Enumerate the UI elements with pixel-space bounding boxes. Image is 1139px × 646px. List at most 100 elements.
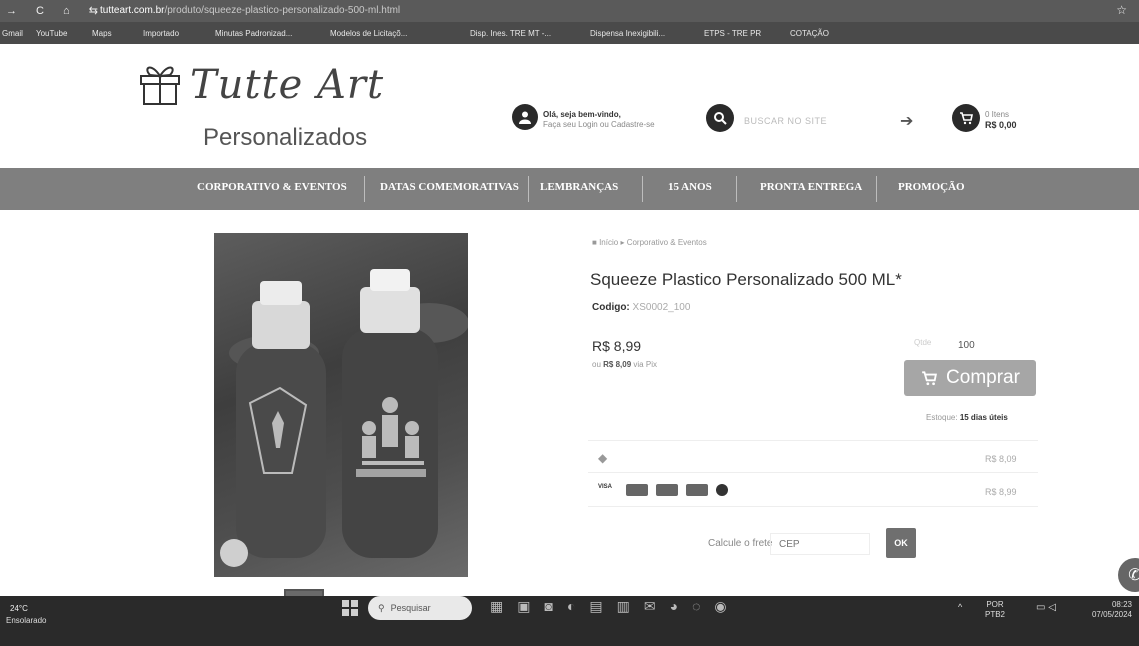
weather-temp[interactable]: 24°C: [10, 604, 28, 613]
gift-logo-icon[interactable]: [137, 60, 183, 106]
breadcrumb-category[interactable]: Corporativo & Eventos: [627, 238, 707, 247]
url-host: tutteart.com.br: [100, 5, 165, 16]
tray-chevron-icon[interactable]: ^: [958, 602, 962, 612]
login-link[interactable]: Faça seu Login ou Cadastre-se: [543, 120, 655, 129]
bookmark-gmail[interactable]: Gmail: [2, 29, 23, 38]
whatsapp-icon[interactable]: ✆: [1118, 558, 1139, 592]
bookmark-youtube[interactable]: YouTube: [36, 29, 67, 38]
weather-condition[interactable]: Ensolarado: [6, 616, 46, 625]
nav-separator: [642, 176, 643, 202]
quantity-label: Qtde: [914, 338, 932, 347]
nav-item-15-anos[interactable]: 15 ANOS: [668, 181, 712, 193]
teams-icon[interactable]: ◙: [544, 598, 552, 615]
search-icon[interactable]: [706, 104, 734, 132]
chrome-icon[interactable]: ◉: [714, 598, 726, 615]
browser-nav-icons[interactable]: → C ⌂ ⇆: [6, 4, 106, 17]
search-icon: ⚲: [378, 602, 385, 613]
widgets-icon[interactable]: ▦: [490, 598, 503, 615]
bookmark-etps[interactable]: ETPS - TRE PR: [704, 29, 761, 38]
pix-price-suffix: via Pix: [633, 360, 657, 369]
clock-date: 07/05/2024: [1091, 610, 1132, 619]
nav-item-promocao[interactable]: PROMOÇÃO: [898, 181, 965, 193]
login-greeting: Olá, seja bem-vindo,: [543, 110, 621, 119]
freight-label: Calcule o frete: [708, 538, 773, 549]
amex-icon: [686, 484, 708, 496]
taskbar-apps: ▦ ▣ ◙ ◐ ▤ ▥ ✉ ◕ ◌ ◉: [490, 598, 727, 615]
url-path: /produto/squeeze-plastico-personalizado-…: [164, 5, 401, 16]
stock-info: Estoque: 15 dias úteis: [926, 413, 1008, 422]
nav-item-lembrancas[interactable]: LEMBRANÇAS: [540, 181, 618, 193]
mastercard-icon: [626, 484, 648, 496]
user-icon[interactable]: [512, 104, 538, 130]
bookmark-disp-ines[interactable]: Disp. Ines. TRE MT -...: [470, 29, 551, 38]
search-submit-arrow-icon[interactable]: ➔: [900, 111, 913, 131]
pix-price-value: R$ 8,09: [603, 360, 632, 369]
nav-item-corporativo[interactable]: CORPORATIVO & EVENTOS: [197, 181, 347, 193]
taskbar: 24°C Ensolarado ⚲ Pesquisar ▦ ▣ ◙ ◐ ▤ ▥ …: [0, 596, 1139, 646]
divider: [588, 472, 1038, 473]
logo-text[interactable]: Tutte Art: [190, 62, 384, 108]
product-price: R$ 8,99: [592, 338, 642, 354]
bookmark-star-icon[interactable]: ☆: [1116, 3, 1127, 17]
breadcrumb: ■ Início ▸ Corporativo & Eventos: [592, 238, 707, 247]
app-icon[interactable]: ◌: [692, 598, 700, 615]
breadcrumb-home[interactable]: Início: [599, 238, 618, 247]
network-volume-icons[interactable]: ▭ ◁: [1036, 602, 1056, 613]
bookmark-minutas[interactable]: Minutas Padronizad...: [215, 29, 292, 38]
stock-value: 15 dias úteis: [959, 413, 1008, 422]
pix-payment-amount: R$ 8,09: [985, 454, 1017, 464]
bookmarks-bar: Gmail YouTube Maps Importado Minutas Pad…: [0, 22, 1139, 44]
divider: [588, 506, 1038, 507]
card-brands: VISA: [598, 484, 728, 496]
mail-icon[interactable]: ✉: [644, 598, 656, 615]
browser-address-bar: → C ⌂ ⇆ tutteart.com.br/produto/squeeze-…: [0, 0, 1139, 22]
pix-icon: ◆: [598, 451, 608, 465]
product-photo[interactable]: [214, 233, 468, 577]
taskbar-search[interactable]: ⚲ Pesquisar: [368, 596, 472, 620]
diners-icon: [656, 484, 678, 496]
bookmark-dispensa[interactable]: Dispensa Inexigibili...: [590, 29, 665, 38]
bookmark-modelos[interactable]: Modelos de Licitaçõ...: [330, 29, 407, 38]
nav-separator: [528, 176, 529, 202]
search-input[interactable]: BUSCAR NO SITE: [744, 116, 827, 126]
nav-separator: [736, 176, 737, 202]
cart-icon[interactable]: [952, 104, 980, 132]
pix-price: ou R$ 8,09 via Pix: [592, 360, 657, 369]
folder-icon: ■: [592, 238, 597, 247]
url-field[interactable]: tutteart.com.br/produto/squeeze-plastico…: [100, 5, 400, 16]
main-nav: CORPORATIVO & EVENTOS DATAS COMEMORATIVA…: [0, 168, 1139, 210]
product-code-label: Codigo:: [592, 302, 630, 313]
breadcrumb-arrow-icon: ▸: [620, 238, 625, 247]
language-indicator[interactable]: POR PTB2: [985, 600, 1005, 620]
cart-items-count[interactable]: 0 Itens: [985, 110, 1009, 119]
stock-label: Estoque:: [926, 413, 958, 422]
quantity-input[interactable]: 100: [958, 340, 975, 351]
store-icon[interactable]: ▥: [617, 598, 630, 615]
taskbar-search-input: Pesquisar: [390, 603, 431, 613]
nav-item-datas[interactable]: DATAS COMEMORATIVAS: [380, 181, 519, 193]
bookmark-maps[interactable]: Maps: [92, 29, 112, 38]
edge-icon[interactable]: ◐: [567, 598, 575, 615]
nav-item-pronta-entrega[interactable]: PRONTA ENTREGA: [760, 181, 862, 193]
clock-time: 08:23: [1111, 600, 1132, 609]
keyboard-layout: PTB2: [985, 610, 1006, 619]
task-view-icon[interactable]: ▣: [517, 598, 530, 615]
cart-total[interactable]: R$ 0,00: [985, 120, 1017, 130]
buy-button-label: Comprar: [946, 367, 1020, 388]
nav-separator: [364, 176, 365, 202]
freight-ok-button[interactable]: OK: [886, 528, 916, 558]
divider: [588, 440, 1038, 441]
buy-button[interactable]: Comprar: [904, 360, 1036, 396]
windows-start-icon[interactable]: [342, 600, 358, 616]
paint-icon[interactable]: ◕: [670, 598, 678, 615]
bookmark-importado[interactable]: Importado: [143, 29, 179, 38]
product-title: Squeeze Plastico Personalizado 500 ML*: [590, 270, 902, 289]
cep-input[interactable]: [770, 533, 870, 555]
logo-subtitle: Personalizados: [203, 124, 368, 151]
nav-separator: [876, 176, 877, 202]
hipercard-icon: [716, 484, 728, 496]
bookmark-cotacao[interactable]: COTAÇÃO: [790, 29, 829, 38]
clock[interactable]: 08:23 07/05/2024: [1076, 600, 1132, 620]
file-explorer-icon[interactable]: ▤: [589, 598, 602, 615]
card-payment-amount: R$ 8,99: [985, 487, 1017, 497]
